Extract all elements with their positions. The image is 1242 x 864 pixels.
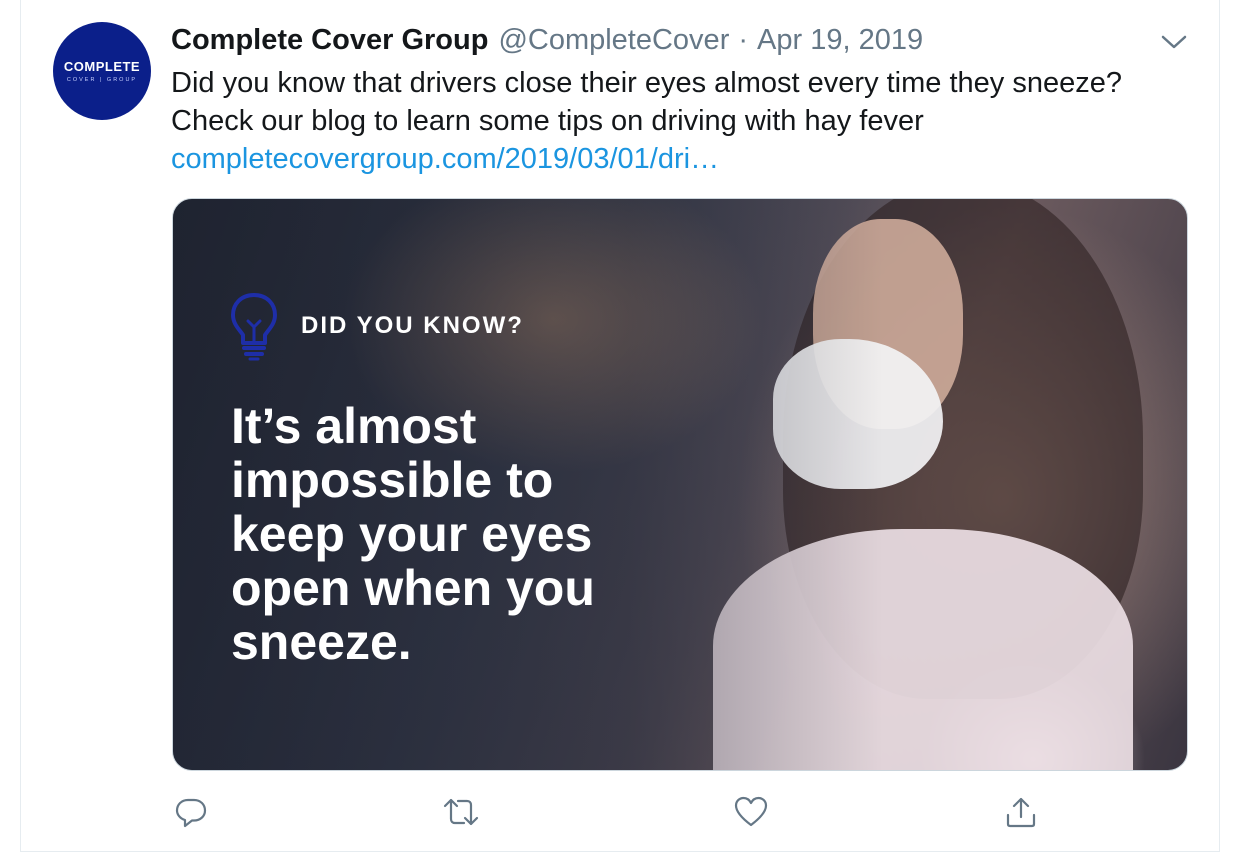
heart-icon[interactable] xyxy=(731,792,771,832)
avatar[interactable]: COMPLETE COVER | GROUP xyxy=(53,22,151,120)
tweet-date[interactable]: Apr 19, 2019 xyxy=(757,24,923,57)
headline-line: impossible to xyxy=(231,452,554,508)
headline-line: sneeze. xyxy=(231,614,412,670)
headline-line: keep your eyes xyxy=(231,506,593,562)
tweet-text-line: Did you know that drivers close their ey… xyxy=(171,67,1122,99)
chevron-down-icon[interactable] xyxy=(1159,30,1189,54)
display-name[interactable]: Complete Cover Group xyxy=(171,24,488,57)
tweet-text: Did you know that drivers close their ey… xyxy=(171,64,1201,178)
tweet-link[interactable]: completecovergroup.com/2019/03/01/dri… xyxy=(171,140,1201,178)
avatar-brand-line2: COVER | GROUP xyxy=(66,77,138,83)
headline-line: It’s almost xyxy=(231,398,477,454)
user-handle[interactable]: @CompleteCover xyxy=(498,24,729,57)
did-you-know-banner: DID YOU KNOW? xyxy=(229,291,524,361)
headline-line: open when you xyxy=(231,560,595,616)
tweet-actions xyxy=(171,792,1036,832)
avatar-brand-line1: COMPLETE xyxy=(63,59,141,74)
tweet-text-line: Check our blog to learn some tips on dri… xyxy=(171,105,924,137)
lightbulb-icon xyxy=(229,291,279,361)
did-you-know-label: DID YOU KNOW? xyxy=(301,312,524,339)
retweet-icon[interactable] xyxy=(441,792,481,832)
tweet-card[interactable]: COMPLETE COVER | GROUP Complete Cover Gr… xyxy=(20,0,1220,852)
tweet-image[interactable]: DID YOU KNOW? It’s almost impossible to … xyxy=(172,198,1188,771)
image-headline: It’s almost impossible to keep your eyes… xyxy=(231,399,711,669)
reply-icon[interactable] xyxy=(171,792,211,832)
separator-dot: · xyxy=(738,24,749,56)
share-icon[interactable] xyxy=(1001,792,1041,832)
tweet-header: Complete Cover Group @CompleteCover · Ap… xyxy=(171,24,923,60)
